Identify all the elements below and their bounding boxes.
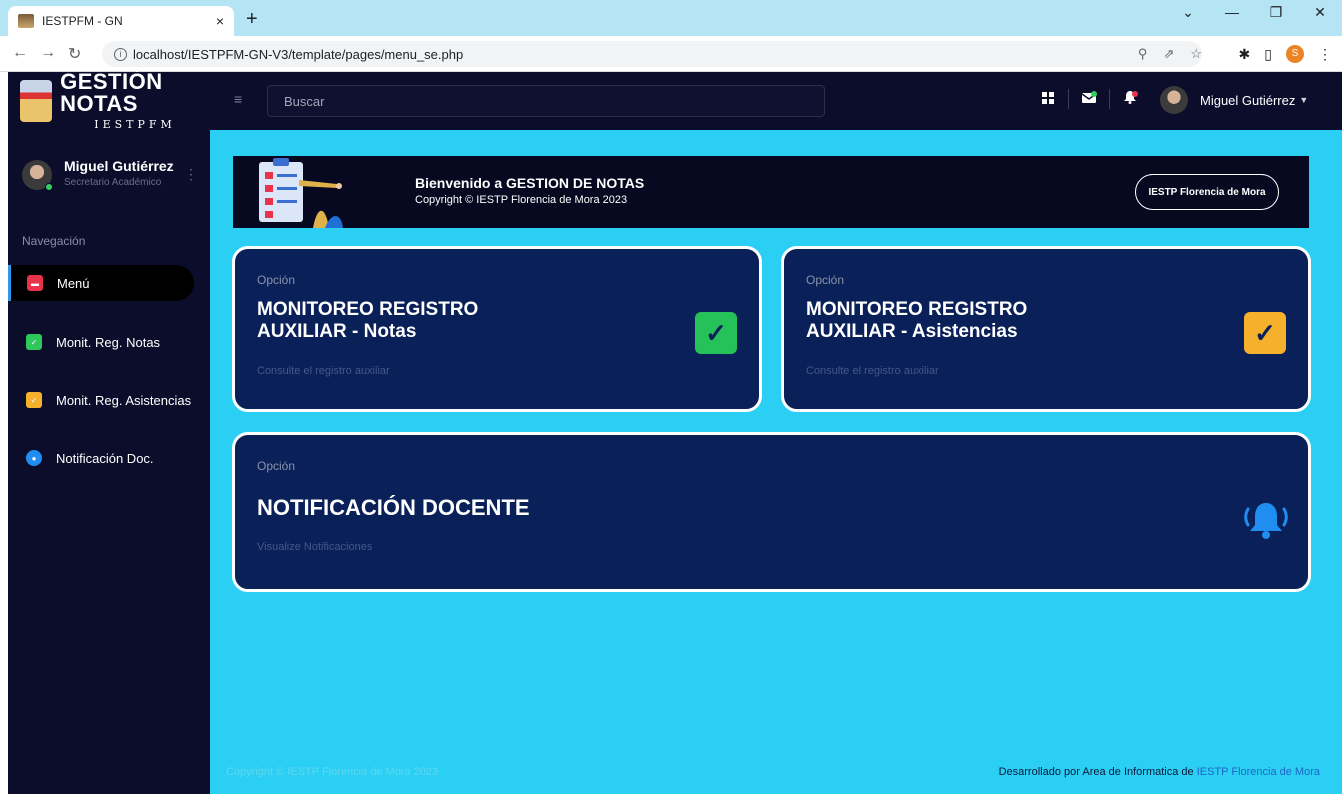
restore-icon[interactable]: ❐ — [1254, 4, 1298, 21]
mail-badge — [1091, 91, 1097, 97]
footer-link[interactable]: IESTP Florencia de Mora — [1197, 766, 1320, 778]
sidebar-item-label: Monit. Reg. Asistencias — [56, 392, 192, 408]
mail-icon[interactable] — [1075, 91, 1103, 107]
omnibox-actions: ⚲ ⇗ ☆ — [1138, 46, 1202, 62]
notification-badge — [1132, 91, 1138, 97]
bell-ring-icon — [1244, 503, 1288, 539]
info-icon[interactable]: i — [114, 47, 127, 61]
browser-tab-bar: IESTPFM - GN × + ⌄ — ❐ ✕ — [0, 0, 1342, 36]
divider — [1109, 89, 1110, 109]
sidebar-item-monit-asistencias[interactable]: ✓ Monit. Reg. Asistencias — [8, 382, 194, 418]
sidebar-item-menu[interactable]: ▬ Menú — [8, 265, 194, 301]
sidebar-user: Miguel Gutiérrez Secretario Académico — [22, 158, 174, 191]
option-card-notificacion[interactable]: Opción NOTIFICACIÓN DOCENTE Visualize No… — [232, 432, 1311, 592]
comment-check-icon: ✓ — [26, 392, 42, 408]
favicon-icon — [18, 14, 34, 28]
minimize-icon[interactable]: — — [1210, 4, 1254, 21]
option-card-notas[interactable]: Opción MONITOREO REGISTRO AUXILIAR - Not… — [232, 246, 762, 412]
search-box — [267, 85, 825, 117]
url-text: localhost/IESTPFM-GN-V3/template/pages/m… — [133, 46, 464, 62]
forward-icon[interactable]: → — [40, 44, 56, 62]
search-input[interactable] — [284, 93, 824, 109]
main-content: Bienvenido a GESTION DE NOTAS Copyright … — [210, 130, 1342, 794]
reload-icon[interactable]: ↻ — [68, 44, 81, 64]
card-title-line1: MONITOREO REGISTRO — [806, 299, 1028, 320]
option-card-asistencias[interactable]: Opción MONITOREO REGISTRO AUXILIAR - Asi… — [781, 246, 1311, 412]
avatar — [1160, 86, 1188, 114]
footer-copyright: Copyright © IESTP Florencia de Mora 2023 — [226, 766, 439, 778]
header-actions — [1034, 89, 1144, 109]
extensions-bar: ✱ ▯ S ⋮ — [1239, 45, 1332, 63]
online-status-dot — [45, 183, 53, 191]
extensions-icon[interactable]: ✱ — [1239, 46, 1251, 63]
footer-credits: Desarrollado por Area de Informatica de … — [999, 766, 1320, 778]
tab-title: IESTPFM - GN — [42, 14, 123, 28]
profile-avatar[interactable]: S — [1286, 45, 1304, 63]
url-field[interactable]: i localhost/IESTPFM-GN-V3/template/pages… — [102, 41, 1202, 67]
close-tab-icon[interactable]: × — [216, 13, 224, 29]
menu-toggle-icon[interactable]: ≡ — [234, 91, 242, 107]
card-title: NOTIFICACIÓN DOCENTE — [257, 495, 530, 520]
header-user-name: Miguel Gutiérrez — [1200, 92, 1296, 108]
divider — [1068, 89, 1069, 109]
institution-button[interactable]: IESTP Florencia de Mora — [1135, 174, 1279, 210]
card-description: Consulte el registro auxiliar — [257, 365, 390, 377]
sidebar-item-notificacion[interactable]: ● Notificación Doc. — [8, 440, 194, 476]
welcome-banner: Bienvenido a GESTION DE NOTAS Copyright … — [233, 156, 1309, 228]
card-title-line2: AUXILIAR - Asistencias — [806, 321, 1018, 342]
grid-icon[interactable] — [1034, 91, 1062, 107]
comment-check-icon: ✓ — [26, 334, 42, 350]
close-window-icon[interactable]: ✕ — [1298, 4, 1342, 21]
new-tab-button[interactable]: + — [246, 8, 258, 31]
comment-check-icon: ✓ — [695, 312, 737, 354]
user-options-icon[interactable]: ⋮ — [184, 166, 198, 183]
avatar — [22, 160, 53, 191]
card-label: Opción — [257, 273, 296, 287]
card-title-line1: MONITOREO REGISTRO — [257, 299, 479, 320]
chevron-down-icon[interactable]: ⌄ — [1166, 4, 1210, 21]
sidebar-item-monit-notas[interactable]: ✓ Monit. Reg. Notas — [8, 324, 194, 360]
sidebar-user-name: Miguel Gutiérrez — [64, 158, 174, 174]
card-title-line2: AUXILIAR - Notas — [257, 321, 417, 342]
window-controls: ⌄ — ❐ ✕ — [1166, 4, 1342, 21]
bell-icon: ● — [26, 450, 42, 466]
footer-credits-text: Desarrollado por Area de Informatica de — [998, 766, 1197, 778]
logo[interactable]: GESTIÓN NOTAS IESTPFM — [8, 69, 210, 131]
address-bar: ← → ↻ i localhost/IESTPFM-GN-V3/template… — [0, 36, 1342, 72]
user-menu[interactable]: Miguel Gutiérrez ▼ — [1160, 86, 1308, 114]
browser-tab[interactable]: IESTPFM - GN × — [8, 6, 234, 36]
sidebar-item-label: Monit. Reg. Notas — [56, 334, 161, 350]
bell-icon[interactable] — [1116, 91, 1144, 107]
star-icon[interactable]: ☆ — [1190, 46, 1202, 62]
card-description: Consulte el registro auxiliar — [806, 365, 939, 377]
back-icon[interactable]: ← — [12, 44, 28, 62]
clipboard-illustration-icon — [233, 156, 373, 228]
sidebar-item-label: Notificación Doc. — [56, 450, 154, 466]
caret-down-icon: ▼ — [1299, 95, 1309, 105]
app-header: GESTIÓN NOTAS IESTPFM ≡ Miguel Gutiérrez… — [8, 69, 1342, 131]
sidebar: Miguel Gutiérrez Secretario Académico ⋮ … — [8, 130, 210, 794]
zoom-icon[interactable]: ⚲ — [1138, 46, 1148, 62]
card-label: Opción — [257, 459, 296, 473]
folder-icon: ▬ — [27, 275, 43, 291]
banner-title: Bienvenido a GESTION DE NOTAS — [415, 175, 645, 191]
side-panel-icon[interactable]: ▯ — [1264, 46, 1272, 63]
card-description: Visualize Notificaciones — [257, 541, 373, 553]
comment-check-icon: ✓ — [1244, 312, 1286, 354]
nav-title: Navegación — [22, 234, 86, 248]
more-menu-icon[interactable]: ⋮ — [1318, 46, 1332, 63]
crest-icon — [20, 80, 53, 122]
logo-title: GESTIÓN NOTAS — [60, 69, 163, 116]
sidebar-user-role: Secretario Académico — [64, 177, 162, 188]
share-icon[interactable]: ⇗ — [1163, 46, 1174, 62]
banner-subtitle: Copyright © IESTP Florencia de Mora 2023 — [415, 194, 628, 206]
sidebar-item-label: Menú — [57, 275, 90, 291]
card-label: Opción — [806, 273, 845, 287]
